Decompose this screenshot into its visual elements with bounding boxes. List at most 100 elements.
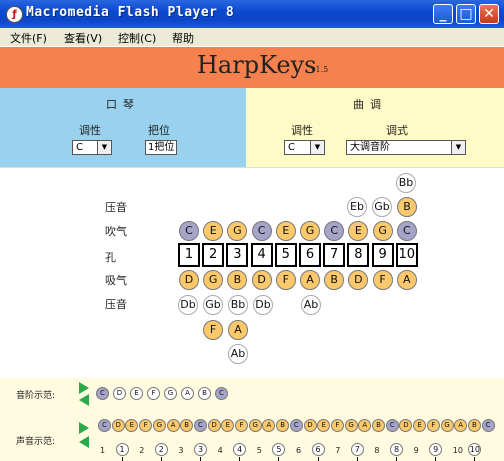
note-blow-3[interactable]: G — [227, 221, 248, 241]
sound-note[interactable]: D — [399, 419, 413, 432]
hole-9: 9 — [371, 243, 394, 267]
sound-note[interactable]: E — [317, 419, 331, 432]
note-draw-bend-1-db[interactable]: Db — [178, 295, 198, 315]
note-blow-2[interactable]: E — [203, 221, 224, 241]
note-blow-4[interactable]: C — [251, 221, 272, 241]
note-draw-9[interactable]: F — [372, 270, 393, 290]
hole-10: 10 — [395, 243, 418, 267]
maximize-button[interactable]: □ — [456, 4, 476, 24]
note-blow-7[interactable]: C — [324, 221, 345, 241]
note-blow-5[interactable]: E — [275, 221, 296, 241]
sound-note[interactable]: G — [152, 419, 166, 432]
draw-marker — [435, 457, 437, 461]
title-bar: ƒ Macromedia Flash Player 8 _ □ ✕ — [0, 0, 504, 28]
scale-note[interactable]: C — [215, 387, 228, 400]
sound-hole-circled: 8 — [390, 443, 403, 456]
scale-note[interactable]: D — [113, 387, 126, 400]
note-draw-2[interactable]: G — [203, 270, 224, 290]
sound-note[interactable]: C — [193, 419, 207, 432]
sound-note[interactable]: E — [221, 419, 235, 432]
note-draw-bend-3-bb[interactable]: Bb — [228, 295, 248, 315]
menu-view[interactable]: 查看(V) — [64, 30, 102, 46]
sound-note[interactable]: F — [426, 419, 440, 432]
menu-file[interactable]: 文件(F) — [10, 30, 47, 46]
note-draw-3[interactable]: B — [227, 270, 248, 290]
menu-control[interactable]: 控制(C) — [118, 30, 156, 46]
note-blow-bend-8-eb[interactable]: Eb — [347, 197, 367, 217]
sound-note[interactable]: F — [330, 419, 344, 432]
harmonica-position-input[interactable]: 1把位 — [145, 140, 177, 155]
sound-hole-number: 7 — [335, 446, 341, 455]
sound-note[interactable]: D — [207, 419, 221, 432]
note-draw-bend-6-ab[interactable]: Ab — [301, 295, 321, 315]
note-draw-8[interactable]: D — [348, 270, 369, 290]
note-blow-bend-9-gb[interactable]: Gb — [372, 197, 392, 217]
sound-note[interactable]: B — [467, 419, 481, 432]
note-draw-bend-3-a[interactable]: A — [228, 320, 248, 340]
sound-hole-circled: 6 — [311, 443, 325, 456]
sound-note[interactable]: C — [385, 419, 399, 432]
note-draw-bend-4-db[interactable]: Db — [253, 295, 273, 315]
note-draw-bend-3-ab[interactable]: Ab — [228, 344, 248, 364]
hole-4: 4 — [250, 243, 273, 267]
note-draw-bend-3-f[interactable]: F — [203, 320, 223, 340]
sound-note[interactable]: F — [139, 419, 153, 432]
minimize-button[interactable]: _ — [433, 4, 453, 24]
tune-key-select[interactable]: C ▼ — [284, 140, 325, 155]
sound-note[interactable]: A — [454, 419, 468, 432]
note-draw-5[interactable]: F — [275, 270, 296, 290]
sound-note[interactable]: B — [372, 419, 385, 432]
panel-divider — [0, 167, 504, 168]
sound-note[interactable]: A — [358, 419, 372, 432]
note-blow-6[interactable]: G — [300, 221, 320, 241]
scale-note[interactable]: F — [147, 387, 160, 400]
play-icon[interactable] — [79, 422, 89, 434]
note-draw-bend-2-gb[interactable]: Gb — [203, 295, 223, 315]
sound-note[interactable]: D — [111, 419, 125, 432]
play-reverse-icon[interactable] — [79, 394, 89, 406]
note-draw-10[interactable]: A — [396, 270, 417, 290]
sound-hole-circled: 3 — [194, 443, 207, 456]
hole-2: 2 — [202, 243, 225, 267]
harmonica-key-select[interactable]: C ▼ — [72, 140, 112, 155]
note-blow-8[interactable]: E — [348, 221, 369, 241]
app-banner: HarpKeys v1.5 — [0, 47, 504, 88]
scale-note[interactable]: B — [198, 387, 211, 400]
note-draw-7[interactable]: B — [324, 270, 345, 290]
sound-note[interactable]: B — [180, 419, 194, 432]
menu-help[interactable]: 帮助 — [172, 30, 194, 46]
sound-note[interactable]: G — [440, 419, 454, 432]
sound-note[interactable]: C — [98, 419, 111, 432]
sound-note[interactable]: G — [248, 419, 262, 432]
sound-note[interactable]: C — [289, 419, 303, 432]
sound-note[interactable]: G — [344, 419, 358, 432]
sound-note[interactable]: E — [413, 419, 427, 432]
note-blow-bend-10-b[interactable]: B — [397, 197, 417, 217]
sound-note[interactable]: C — [481, 419, 495, 432]
sound-note[interactable]: A — [166, 419, 180, 432]
scale-note[interactable]: G — [164, 387, 177, 400]
play-icon[interactable] — [79, 382, 89, 394]
note-blow-9[interactable]: G — [372, 221, 393, 241]
app-title: HarpKeys — [197, 51, 317, 79]
chevron-down-icon: ▼ — [97, 141, 111, 154]
note-blow-10[interactable]: C — [396, 221, 417, 241]
note-draw-1[interactable]: D — [179, 270, 199, 290]
tune-mode-select[interactable]: 大调音阶 ▼ — [346, 140, 466, 155]
scale-note[interactable]: E — [130, 387, 143, 400]
note-blow-1[interactable]: C — [179, 221, 199, 241]
note-draw-6[interactable]: A — [300, 270, 320, 290]
sound-note[interactable]: A — [262, 419, 276, 432]
note-blow-bend-10-bb[interactable]: Bb — [396, 173, 416, 193]
sound-note[interactable]: D — [303, 419, 317, 432]
sound-note[interactable]: F — [235, 419, 248, 432]
close-button[interactable]: ✕ — [479, 4, 499, 24]
tune-key-label: 调性 — [291, 124, 313, 137]
sound-note[interactable]: B — [276, 419, 290, 432]
menu-bar: 文件(F) 查看(V) 控制(C) 帮助 — [0, 28, 504, 46]
sound-note[interactable]: E — [125, 419, 139, 432]
note-draw-4[interactable]: D — [251, 270, 272, 290]
scale-note[interactable]: C — [96, 387, 109, 400]
play-reverse-icon[interactable] — [79, 436, 89, 448]
scale-note[interactable]: A — [181, 387, 194, 400]
